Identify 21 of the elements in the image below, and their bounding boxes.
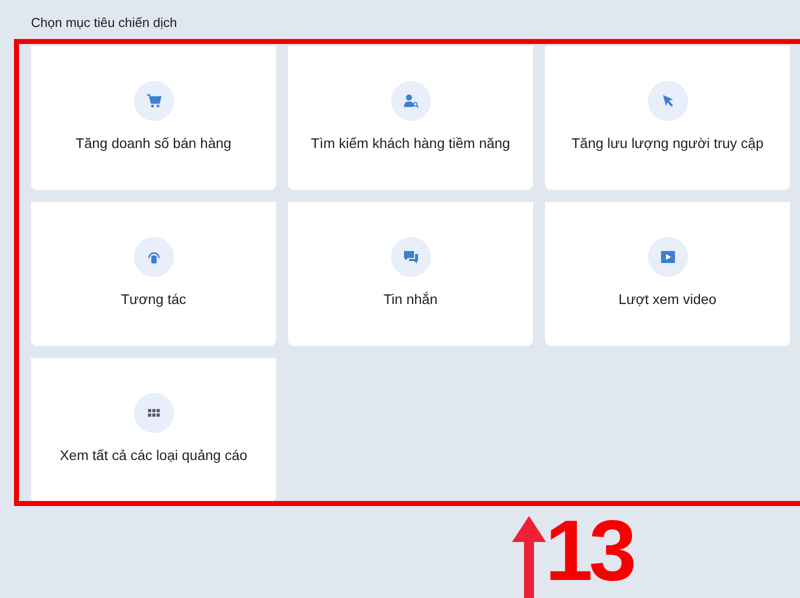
objective-card[interactable]: Xem tất cả các loại quảng cáo <box>31 358 276 502</box>
user-search-icon <box>402 93 418 109</box>
objective-card[interactable]: Tin nhắn <box>288 202 533 346</box>
section-heading: Chọn mục tiêu chiến dịch <box>31 15 177 30</box>
objective-label: Tìm kiếm khách hàng tiềm năng <box>310 135 510 151</box>
objective-label: Tăng doanh số bán hàng <box>76 135 232 151</box>
objective-card[interactable]: Tăng lưu lượng người truy cập <box>545 46 790 190</box>
step-number: 13 <box>545 508 633 594</box>
objective-card[interactable]: Tương tác <box>31 202 276 346</box>
chat-icon <box>402 249 418 265</box>
objective-card[interactable]: Lượt xem video <box>545 202 790 346</box>
up-arrow-icon <box>512 516 546 598</box>
cart-icon <box>146 93 162 109</box>
objective-label: Tương tác <box>120 291 186 307</box>
objective-label: Tăng lưu lượng người truy cập <box>571 135 764 151</box>
objective-label: Lượt xem video <box>618 291 716 307</box>
play-icon <box>660 249 676 265</box>
objective-label: Tin nhắn <box>384 291 438 307</box>
objective-card[interactable]: Tăng doanh số bán hàng <box>31 46 276 190</box>
objective-card[interactable]: Tìm kiếm khách hàng tiềm năng <box>288 46 533 190</box>
objective-label: Xem tất cả các loại quảng cáo <box>60 447 248 463</box>
